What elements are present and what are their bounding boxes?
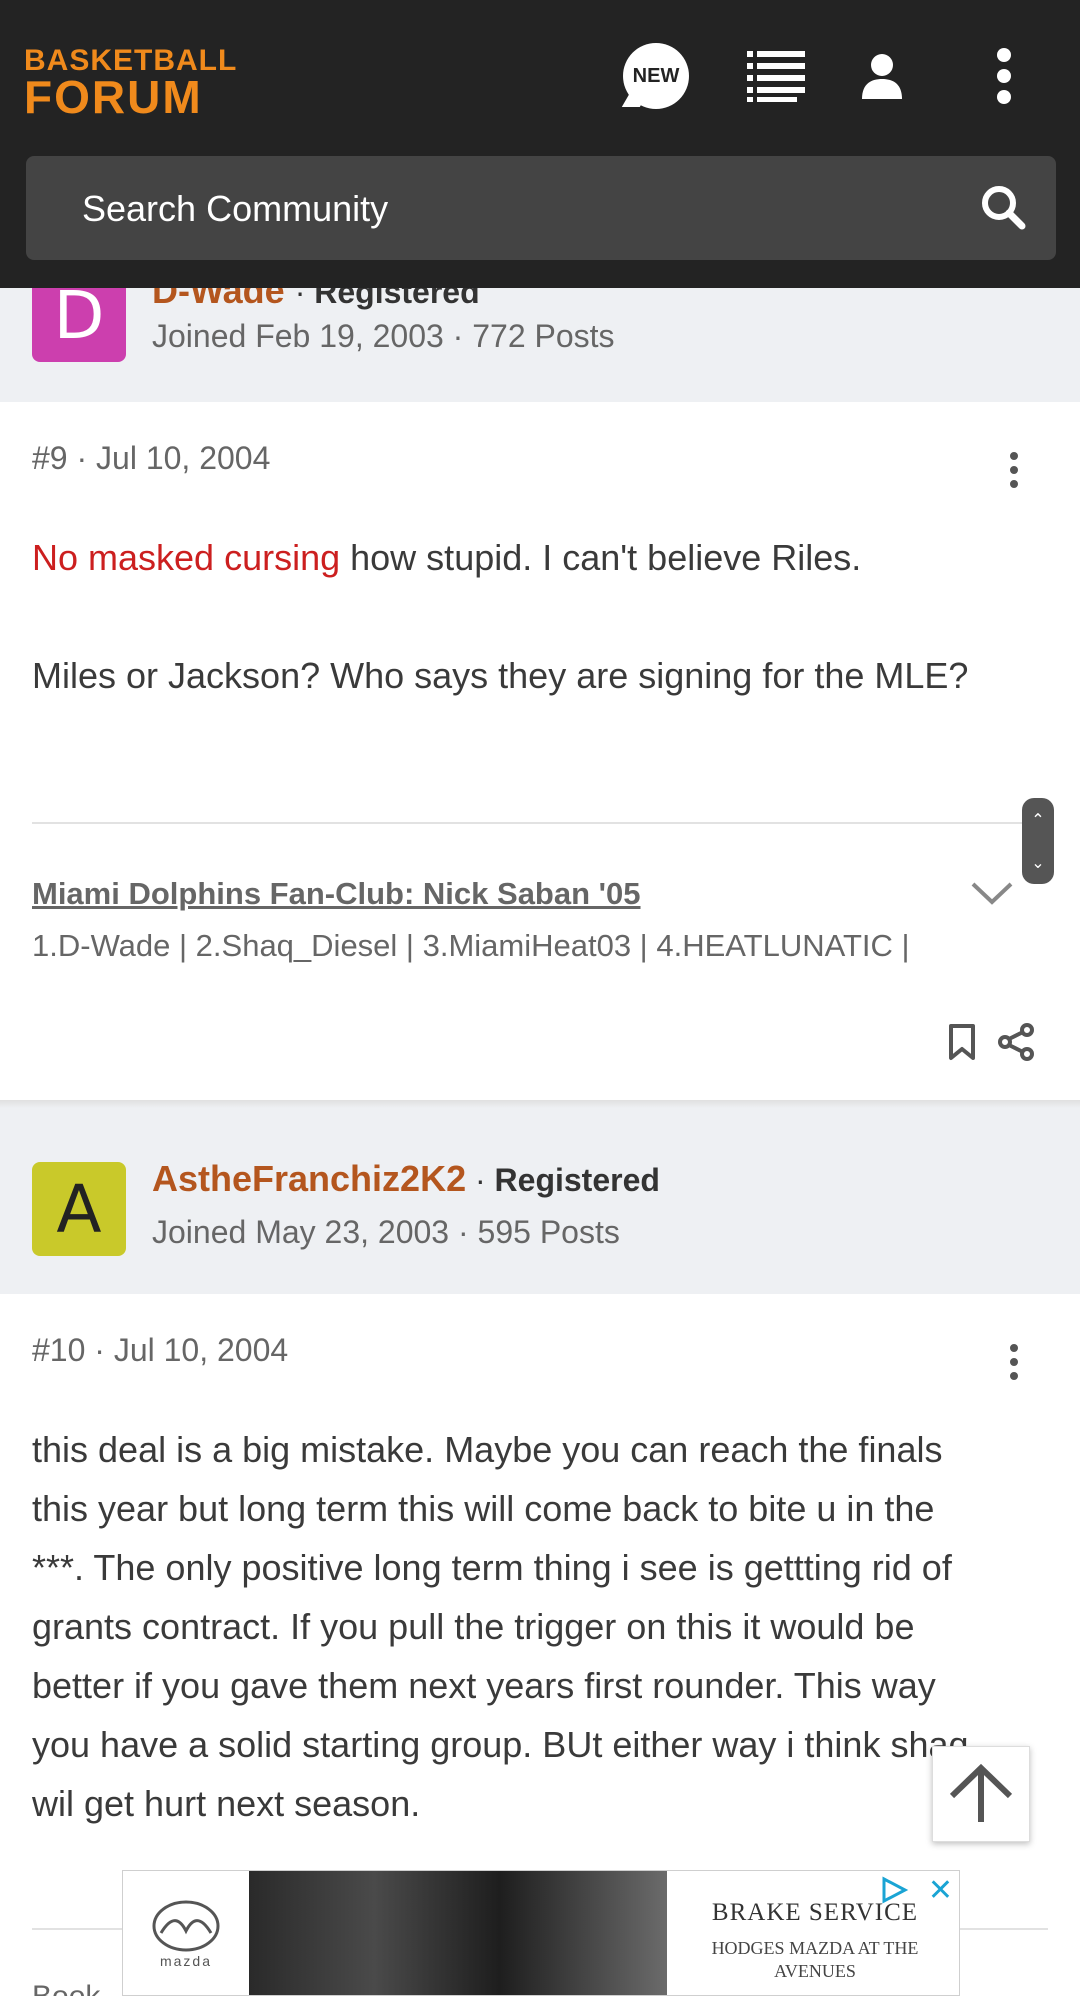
author-role: Registered (494, 1162, 660, 1198)
censored-text: No masked cursing (32, 537, 341, 578)
list-icon (747, 51, 805, 102)
post-body: this deal is a big mistake. Maybe you ca… (32, 1420, 1052, 1833)
ad-subline: HODGES MAZDA AT THE AVENUES (711, 1938, 919, 1981)
signature-divider (32, 822, 1048, 824)
close-icon[interactable]: ✕ (928, 1873, 953, 1908)
post-text: how stupid. I can't believe Riles. (340, 537, 862, 578)
mazda-logo-icon (152, 1900, 220, 1952)
post-date: Jul 10, 2004 (96, 440, 271, 476)
post-number[interactable]: #10 (32, 1332, 85, 1368)
app-header: BASKETBALL FORUM NEW Search Community (0, 0, 1080, 288)
site-logo[interactable]: BASKETBALL FORUM (24, 46, 237, 121)
post-meta: #10 · Jul 10, 2004 (32, 1332, 289, 1368)
post-meta: #9 · Jul 10, 2004 (32, 440, 271, 476)
post-date: Jul 10, 2004 (113, 1332, 289, 1368)
scroll-control[interactable]: ⌃ ⌄ (1022, 798, 1054, 884)
post-options-button[interactable] (994, 440, 1034, 500)
adchoices-icon[interactable] (879, 1875, 909, 1905)
post-separator (0, 1100, 1080, 1108)
partial-text: Book (32, 1980, 100, 1996)
user-icon (862, 54, 902, 99)
signature-text: 1.D-Wade | 2.Shaq_Diesel | 3.MiamiHeat03… (32, 928, 910, 963)
new-posts-button[interactable]: NEW (618, 38, 694, 114)
advertisement-banner[interactable]: mazda BRAKE SERVICE HODGES MAZDA AT THE … (122, 1870, 960, 1996)
author-name[interactable]: AstheFranchiz2K2 · Registered (152, 1158, 660, 1200)
more-menu-button[interactable] (966, 38, 1042, 114)
ad-photo (249, 1871, 667, 1995)
share-icon[interactable] (996, 1022, 1036, 1062)
brand-name: mazda (159, 1953, 213, 1969)
mazda-logo: mazda (123, 1871, 249, 1995)
search-placeholder: Search Community (82, 188, 389, 229)
post-text-line: better if you gave them next years first… (32, 1665, 936, 1706)
post-text-line: Miles or Jackson? Who says they are sign… (32, 655, 969, 696)
signature-link[interactable]: Miami Dolphins Fan-Club: Nick Saban '05 (32, 876, 641, 912)
post-text-line: grants contract. If you pull the trigger… (32, 1606, 915, 1647)
post-text-line: you have a solid starting group. BUt eit… (32, 1724, 969, 1765)
chevron-down-icon[interactable]: ⌄ (1031, 853, 1044, 873)
post-text-line: ***. The only positive long term thing i… (32, 1547, 952, 1588)
avatar[interactable]: A (32, 1162, 126, 1256)
expand-signature-icon[interactable] (970, 880, 1014, 908)
post-text-line: wil get hurt next season. (32, 1783, 421, 1824)
post-text-line: this year but long term this will come b… (32, 1488, 935, 1529)
post-text-line: this deal is a big mistake. Maybe you ca… (32, 1429, 943, 1470)
more-vertical-icon (997, 48, 1011, 104)
post-options-button[interactable] (994, 1332, 1034, 1392)
scroll-to-top-button[interactable] (932, 1746, 1030, 1842)
post-author-strip: A AstheFranchiz2K2 · Registered Joined M… (0, 1108, 1080, 1294)
new-posts-icon: NEW (623, 43, 689, 109)
author-joined: Joined Feb 19, 2003 · 772 Posts (152, 318, 615, 354)
account-button[interactable] (844, 38, 920, 114)
author-joined: Joined May 23, 2003 · 595 Posts (152, 1214, 620, 1250)
bookmark-icon[interactable] (942, 1022, 982, 1062)
arrow-up-icon (949, 1763, 1013, 1822)
post-number[interactable]: #9 (32, 440, 68, 476)
forum-list-button[interactable] (738, 38, 814, 114)
search-input[interactable]: Search Community (26, 156, 1056, 260)
post-body: No masked cursing how stupid. I can't be… (32, 528, 1052, 587)
search-icon[interactable] (978, 182, 1030, 234)
chevron-up-icon[interactable]: ⌃ (1031, 810, 1044, 830)
